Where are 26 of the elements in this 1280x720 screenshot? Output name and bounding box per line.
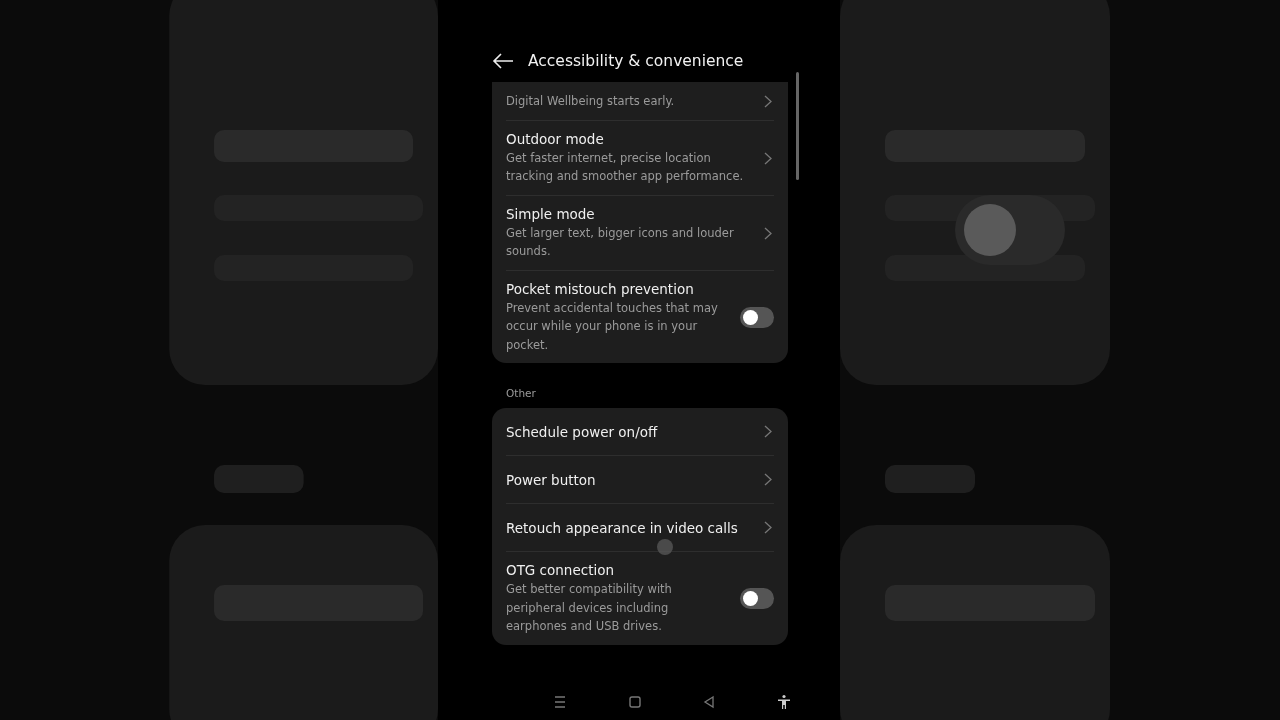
- toggle-switch[interactable]: [740, 306, 774, 328]
- chevron-icon[interactable]: [764, 425, 772, 438]
- setting-title[interactable]: Retouch appearance in video calls: [506, 519, 754, 536]
- chevron-icon[interactable]: [764, 521, 772, 534]
- setting-description: Get larger text, bigger icons and louder sounds.: [506, 224, 735, 260]
- home-icon[interactable]: [626, 694, 643, 710]
- chevron-icon[interactable]: [764, 226, 772, 240]
- chevron-icon[interactable]: [764, 151, 772, 165]
- setting-title[interactable]: Pocket mistouch prevention: [506, 280, 730, 297]
- setting-title[interactable]: Outdoor mode: [506, 130, 754, 147]
- chevron-icon[interactable]: [764, 473, 772, 486]
- setting-description: Digital Wellbeing starts early.: [506, 93, 676, 110]
- setting-title[interactable]: Power button: [506, 471, 754, 488]
- menu-icon[interactable]: [552, 694, 568, 710]
- setting-description: Get faster internet, precise location tracking and smoother app performance.: [506, 149, 745, 185]
- page-title: Accessibility & convenience: [528, 52, 744, 70]
- setting-description: Prevent accidental touches that may occur while your phone is in your pocket.: [506, 299, 719, 354]
- setting-description: Get better compatibility with peripheral devices including earphones and USB drives.: [506, 581, 673, 635]
- setting-title[interactable]: Simple mode: [506, 205, 754, 222]
- toggle-switch[interactable]: [740, 588, 774, 610]
- setting-title[interactable]: OTG connection: [506, 562, 730, 578]
- setting-title[interactable]: Schedule power on/off: [506, 423, 754, 440]
- chevron-icon[interactable]: [764, 94, 772, 108]
- accessibility-icon[interactable]: [775, 694, 792, 710]
- back-arrow-icon[interactable]: [492, 53, 514, 69]
- section-label: Other: [505, 386, 537, 401]
